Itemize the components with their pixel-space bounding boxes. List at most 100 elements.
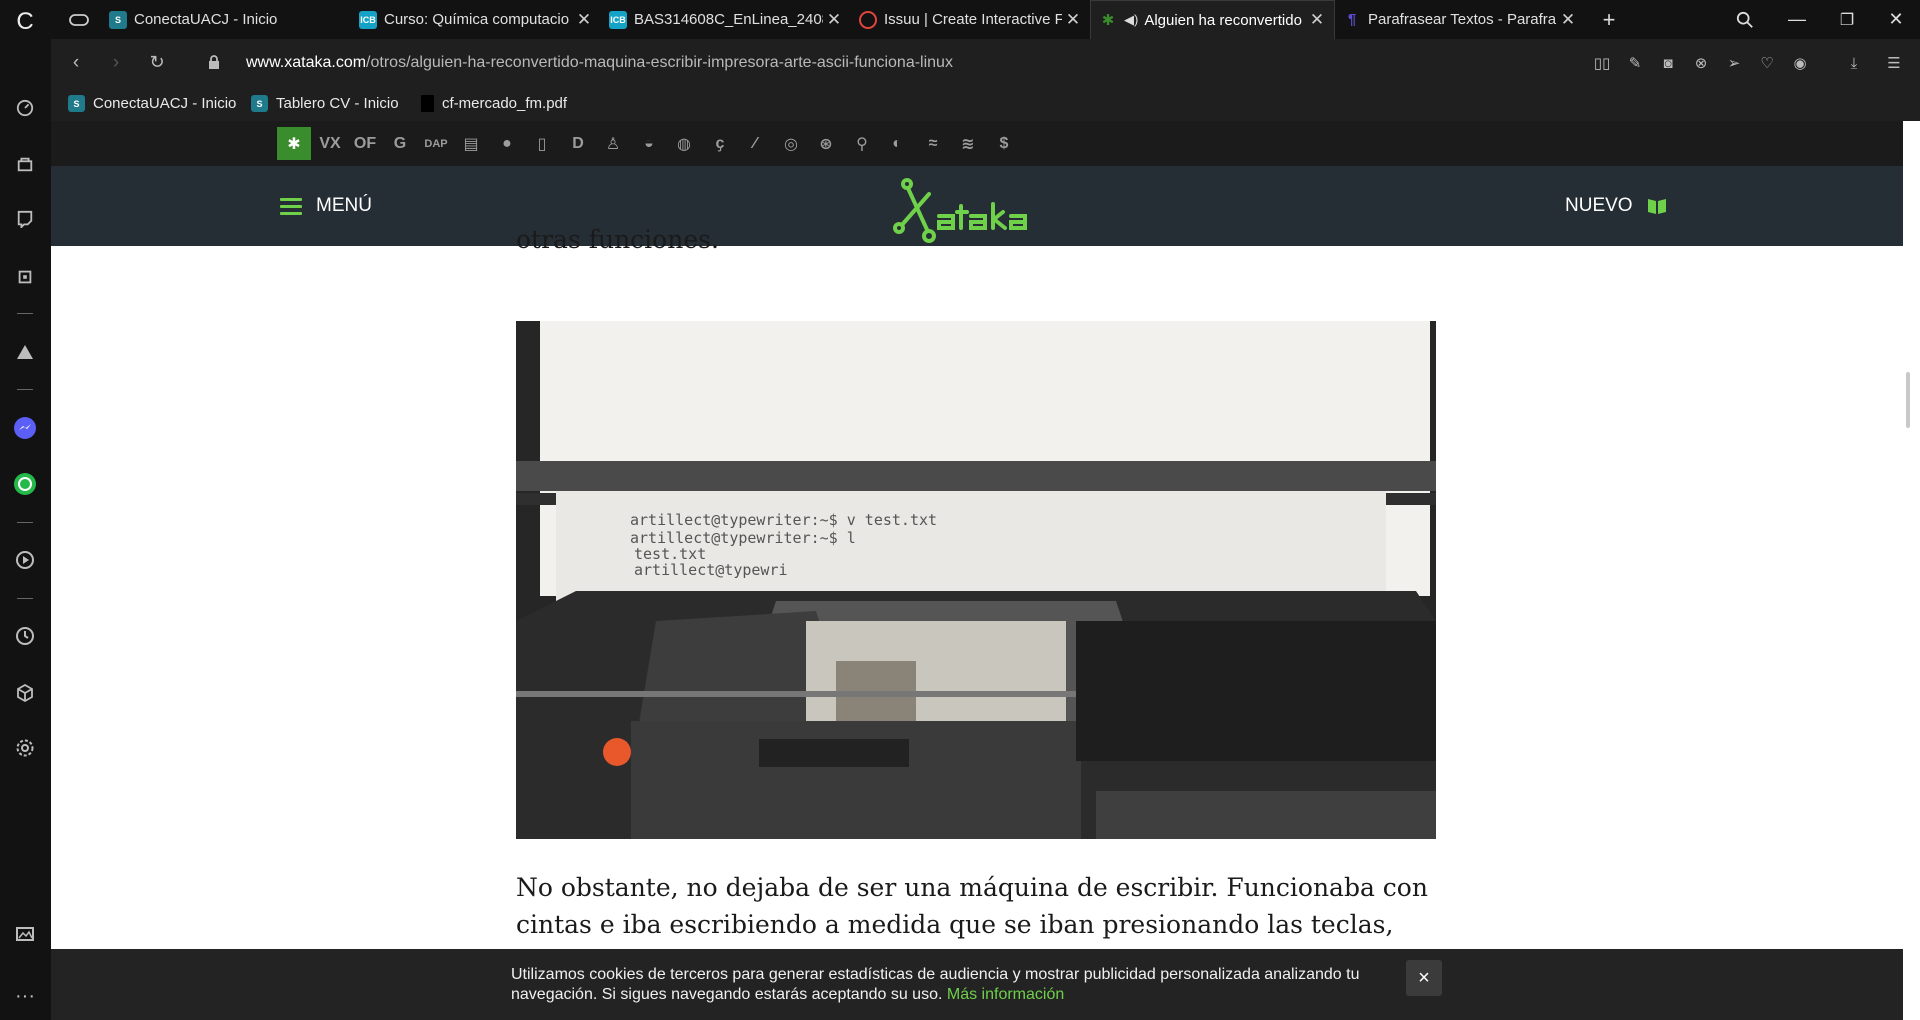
wave-icon[interactable]: ≈ bbox=[916, 127, 950, 160]
runner-icon[interactable]: ♙ bbox=[596, 127, 630, 160]
tab-quimica[interactable]: ICB Curso: Química computacio ✕ bbox=[351, 0, 601, 39]
close-tab-icon[interactable]: ✕ bbox=[573, 10, 595, 30]
file-icon bbox=[421, 95, 434, 112]
gamepad-icon[interactable] bbox=[56, 0, 102, 39]
mobile-icon[interactable]: ▯ bbox=[525, 127, 559, 160]
messenger-icon[interactable] bbox=[11, 414, 39, 442]
easy-setup-icon[interactable]: ☰ bbox=[1882, 51, 1906, 75]
image-icon[interactable] bbox=[11, 920, 39, 948]
search-tabs-icon[interactable] bbox=[1721, 0, 1769, 39]
bookmark-pdf[interactable]: cf-mercado_fm.pdf bbox=[421, 86, 567, 121]
tab-issuu[interactable]: Issuu | Create Interactive Fl ✕ bbox=[851, 0, 1090, 39]
network-site-c[interactable]: ҫ bbox=[703, 127, 737, 160]
bookmark-conectauacj[interactable]: S ConectaUACJ - Inicio bbox=[68, 86, 236, 121]
stroke-icon[interactable]: ⁄ bbox=[738, 127, 772, 160]
photo-text-line: artillect@typewri bbox=[634, 561, 788, 579]
address-bar: ‹ › ↻ www.xataka.com/otros/alguien-ha-re… bbox=[51, 39, 1920, 86]
cookie-text: Utilizamos cookies de terceros para gene… bbox=[511, 966, 1360, 1003]
profile-icon[interactable]: ◉ bbox=[1788, 51, 1812, 75]
network-site-of[interactable]: OF bbox=[348, 127, 382, 160]
scrollbar-thumb[interactable] bbox=[1906, 372, 1910, 428]
close-tab-icon[interactable]: ✕ bbox=[1557, 10, 1579, 30]
cube-icon[interactable] bbox=[11, 679, 39, 707]
disc-icon[interactable]: ⊛ bbox=[809, 127, 843, 160]
tab-title: Issuu | Create Interactive Fl bbox=[884, 11, 1062, 28]
heart-icon[interactable]: ♡ bbox=[1755, 51, 1779, 75]
speaker-icon[interactable]: ◀) bbox=[1124, 12, 1138, 28]
share-icon[interactable]: ✎ bbox=[1623, 51, 1647, 75]
tab-conectauacj[interactable]: S ConectaUACJ - Inicio ✕ bbox=[101, 0, 386, 39]
adblock-icon[interactable]: ⊗ bbox=[1689, 51, 1713, 75]
speed-dial-icon[interactable] bbox=[11, 94, 39, 122]
xataka-network-icon[interactable]: ✱ bbox=[277, 127, 311, 160]
tab-xataka-active[interactable]: ✱ ◀) Alguien ha reconvertido ✕ bbox=[1090, 0, 1335, 39]
planet-icon[interactable]: ◐ bbox=[880, 127, 914, 160]
aria-icon[interactable] bbox=[11, 338, 39, 366]
sidebar-separator bbox=[17, 389, 33, 390]
favicon-icon: ICB bbox=[359, 10, 377, 29]
back-icon[interactable]: ‹ bbox=[59, 39, 93, 86]
typewriter-photo[interactable]: artillect@typewriter:~$ v test.txt artil… bbox=[516, 321, 1436, 839]
pin-icon[interactable]: ⚲ bbox=[845, 127, 879, 160]
close-cookie-button[interactable]: × bbox=[1406, 960, 1442, 996]
menu-button[interactable]: MENÚ bbox=[280, 166, 372, 246]
reload-icon[interactable]: ↻ bbox=[140, 39, 174, 86]
close-tab-icon[interactable]: ✕ bbox=[1306, 10, 1328, 30]
whatsapp-icon[interactable] bbox=[11, 470, 39, 498]
network-site-dap[interactable]: DAP bbox=[419, 127, 453, 160]
android-icon[interactable]: ◒ bbox=[632, 127, 666, 160]
url-domain: www.xataka.com bbox=[246, 54, 367, 71]
network-site-g[interactable]: G bbox=[383, 127, 417, 160]
more-info-link[interactable]: Más información bbox=[947, 986, 1064, 1003]
paragraph-icon: ¶ bbox=[1347, 11, 1357, 28]
close-window-icon[interactable]: ✕ bbox=[1872, 0, 1920, 39]
wave2-icon[interactable]: ≋ bbox=[951, 127, 985, 160]
close-tab-icon[interactable]: ✕ bbox=[1062, 10, 1084, 30]
network-sites-bar: ✱ VX OF G DAP ▤ ● ▯ D ♙ ◒ ◍ ҫ ⁄ ◎ ⊛ ⚲ ◐ … bbox=[51, 121, 1903, 166]
hamburger-icon bbox=[280, 194, 302, 219]
web-page: ✱ VX OF G DAP ▤ ● ▯ D ♙ ◒ ◍ ҫ ⁄ ◎ ⊛ ⚲ ◐ … bbox=[51, 121, 1903, 1020]
target-icon[interactable]: ◎ bbox=[774, 127, 808, 160]
minimize-icon[interactable]: — bbox=[1773, 0, 1821, 39]
twitch-icon[interactable] bbox=[11, 205, 39, 233]
history-icon[interactable] bbox=[11, 622, 39, 650]
book-icon bbox=[1647, 199, 1666, 214]
close-tab-icon[interactable]: ✕ bbox=[823, 10, 845, 30]
page-scrollbar[interactable] bbox=[1903, 121, 1920, 1020]
send-icon[interactable]: ➢ bbox=[1722, 51, 1746, 75]
menu-label: MENÚ bbox=[316, 195, 372, 216]
download-icon[interactable]: ⤓ bbox=[1842, 51, 1866, 75]
more-icon[interactable]: ··· bbox=[11, 982, 39, 1010]
bookmarks-bar: S ConectaUACJ - Inicio S Tablero CV - In… bbox=[51, 86, 1920, 121]
tab-title: Parafrasear Textos - Parafra bbox=[1368, 11, 1557, 28]
settings-gear-icon[interactable] bbox=[11, 734, 39, 762]
nuevo-label: NUEVO bbox=[1565, 195, 1633, 216]
basket-icon[interactable]: ▤ bbox=[454, 127, 488, 160]
reader-mode-icon[interactable]: ▯▯ bbox=[1590, 51, 1614, 75]
tab-bas314608c[interactable]: ICB BAS314608C_EnLinea_2408 ✕ bbox=[601, 0, 851, 39]
xataka-logo[interactable] bbox=[889, 178, 1069, 249]
url-field[interactable]: www.xataka.com/otros/alguien-ha-reconver… bbox=[246, 39, 953, 86]
dollar-icon[interactable]: $ bbox=[987, 127, 1021, 160]
bookmark-tablero[interactable]: S Tablero CV - Inicio bbox=[251, 86, 399, 121]
opera-menu-icon[interactable]: C bbox=[11, 8, 39, 36]
shopping-icon[interactable] bbox=[11, 150, 39, 178]
nuevo-button[interactable]: NUEVO bbox=[1565, 166, 1667, 246]
player-icon[interactable] bbox=[11, 546, 39, 574]
favicon-icon: S bbox=[251, 95, 268, 112]
extensions-icon[interactable] bbox=[11, 263, 39, 291]
bookmark-label: cf-mercado_fm.pdf bbox=[442, 95, 568, 112]
tab-parafrasear[interactable]: ¶ Parafrasear Textos - Parafra ✕ bbox=[1335, 0, 1585, 39]
network-site-vx[interactable]: VX bbox=[313, 127, 347, 160]
lock-icon[interactable] bbox=[197, 39, 231, 86]
ball-icon[interactable]: ◍ bbox=[667, 127, 701, 160]
restore-icon[interactable]: ❐ bbox=[1823, 0, 1871, 39]
tab-strip: S ConectaUACJ - Inicio ✕ ICB Curso: Quím… bbox=[51, 0, 1920, 39]
apple-icon[interactable]: ● bbox=[490, 127, 524, 160]
forward-icon[interactable]: › bbox=[99, 39, 133, 86]
new-tab-icon[interactable]: + bbox=[1585, 0, 1633, 39]
camera-icon[interactable]: ◙ bbox=[1656, 51, 1680, 75]
network-site-d[interactable]: D bbox=[561, 127, 595, 160]
tab-title: Alguien ha reconvertido bbox=[1144, 11, 1302, 29]
cookie-message: Utilizamos cookies de terceros para gene… bbox=[511, 965, 1391, 1005]
